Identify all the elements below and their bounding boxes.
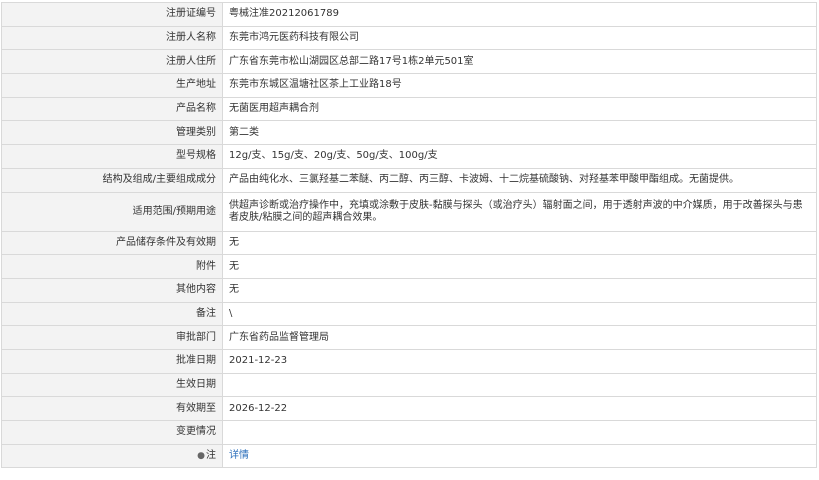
- table-row: 注册人住所 广东省东莞市松山湖园区总部二路17号1栋2单元501室: [1, 49, 817, 75]
- note-label: 注: [206, 450, 216, 462]
- row-value: 东莞市鸿元医药科技有限公司: [222, 25, 817, 51]
- row-label: 结构及组成/主要组成成分: [1, 167, 223, 193]
- row-value: 广东省药品监督管理局: [222, 325, 817, 350]
- row-value: 2021-12-23: [222, 348, 817, 374]
- row-value: 12g/支、15g/支、20g/支、50g/支、100g/支: [222, 144, 817, 169]
- row-label: 备注: [1, 301, 223, 327]
- row-label: 型号规格: [1, 144, 223, 169]
- table-row: 备注 \: [1, 301, 817, 327]
- table-row: 生效日期: [1, 372, 817, 398]
- registration-detail-table: 注册证编号 粤械注准20212061789 注册人名称 东莞市鸿元医药科技有限公司 …: [1, 2, 817, 469]
- table-row: ●注 详情: [1, 443, 817, 469]
- note-value-cell: 详情: [222, 443, 817, 469]
- table-row: 生产地址 东莞市东城区温塘社区茶上工业路18号: [1, 73, 817, 98]
- row-value: 无: [222, 230, 817, 256]
- table-row: 产品储存条件及有效期无: [1, 230, 817, 256]
- row-value: \: [222, 301, 817, 327]
- row-label: 有效期至: [1, 396, 223, 421]
- row-value: 粤械注准20212061789: [222, 2, 817, 27]
- row-label: 附件: [1, 254, 223, 279]
- row-label: 生产地址: [1, 73, 223, 98]
- row-label: 审批部门: [1, 325, 223, 350]
- row-label: 适用范围/预期用途: [1, 191, 223, 232]
- table-row: 附件无: [1, 254, 817, 279]
- row-value: 无: [222, 254, 817, 279]
- row-value: [222, 420, 817, 445]
- row-label: 批准日期: [1, 348, 223, 374]
- row-value: 2026-12-22: [222, 396, 817, 421]
- table-row: 适用范围/预期用途 供超声诊断或治疗操作中，充填或涂敷于皮肤-黏膜与探头（或治疗头…: [1, 191, 817, 232]
- row-value: [222, 372, 817, 398]
- row-label: 产品名称: [1, 96, 223, 122]
- row-label: 注册证编号: [1, 2, 223, 27]
- row-value: 供超声诊断或治疗操作中，充填或涂敷于皮肤-黏膜与探头（或治疗头）辐射面之间，用于…: [222, 191, 817, 232]
- table-row: 注册证编号 粤械注准20212061789: [1, 2, 817, 27]
- table-row: 审批部门 广东省药品监督管理局: [1, 325, 817, 350]
- table-row: 批准日期 2021-12-23: [1, 348, 817, 374]
- table-row: 型号规格 12g/支、15g/支、20g/支、50g/支、100g/支: [1, 144, 817, 169]
- table-row: 注册人名称 东莞市鸿元医药科技有限公司: [1, 25, 817, 51]
- note-label-cell: ●注: [1, 443, 223, 469]
- row-label: 注册人名称: [1, 25, 223, 51]
- table-row: 有效期至 2026-12-22: [1, 396, 817, 421]
- table-row: 变更情况: [1, 420, 817, 445]
- row-value: 第二类: [222, 120, 817, 146]
- table-row: 产品名称 无菌医用超声耦合剂: [1, 96, 817, 122]
- row-label: 其他内容: [1, 277, 223, 303]
- row-label: 生效日期: [1, 372, 223, 398]
- row-value: 无: [222, 277, 817, 303]
- row-value: 东莞市东城区温塘社区茶上工业路18号: [222, 73, 817, 98]
- pin-icon: ●: [197, 451, 205, 462]
- row-label: 产品储存条件及有效期: [1, 230, 223, 256]
- table-row: 结构及组成/主要组成成分 产品由纯化水、三氯羟基二苯醚、丙二醇、丙三醇、卡波姆、十…: [1, 167, 817, 193]
- table-row: 管理类别 第二类: [1, 120, 817, 146]
- row-label: 管理类别: [1, 120, 223, 146]
- row-value: 广东省东莞市松山湖园区总部二路17号1栋2单元501室: [222, 49, 817, 75]
- row-label: 变更情况: [1, 420, 223, 445]
- row-value: 产品由纯化水、三氯羟基二苯醚、丙二醇、丙三醇、卡波姆、十二烷基硫酸钠、对羟基苯甲…: [222, 167, 817, 193]
- details-link[interactable]: 详情: [229, 450, 249, 461]
- row-label: 注册人住所: [1, 49, 223, 75]
- table-row: 其他内容无: [1, 277, 817, 303]
- row-value: 无菌医用超声耦合剂: [222, 96, 817, 122]
